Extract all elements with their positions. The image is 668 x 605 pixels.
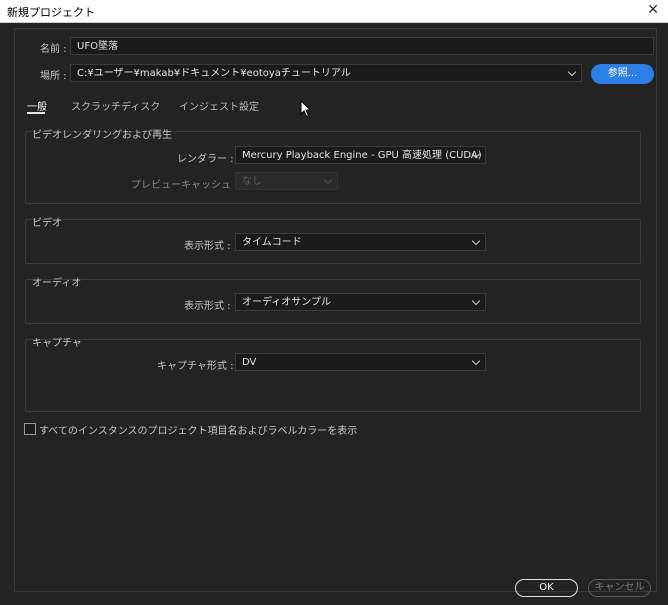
show-labels-label: すべてのインスタンスのプロジェクト項目名およびラベルカラーを表示 [39,426,358,437]
chevron-down-icon [471,236,481,246]
mouse-cursor-icon [300,100,312,118]
location-label: 場所 : [40,71,67,82]
tab-scratch-disks[interactable]: スクラッチディスク [71,98,160,113]
video-display-format-dropdown[interactable]: タイムコード [235,233,486,251]
tab-general[interactable]: 一般 [27,98,47,113]
audio-display-format-value: オーディオサンプル [242,297,331,308]
browse-button[interactable]: 参照... [591,64,654,84]
chevron-down-icon [471,296,481,306]
video-rendering-title: ビデオレンダリングおよび再生 [32,130,172,141]
tab-ingest-settings[interactable]: インジェスト設定 [179,98,259,113]
audio-title: オーディオ [32,278,82,289]
cancel-button[interactable]: キャンセル [588,579,651,597]
video-display-format-value: タイムコード [242,237,302,248]
audio-display-format-label: 表示形式 : [184,301,231,312]
ok-button[interactable]: OK [515,579,578,597]
show-labels-checkbox[interactable] [24,423,36,435]
preview-cache-value: なし [242,176,262,187]
renderer-dropdown[interactable]: Mercury Playback Engine - GPU 高速処理 (CUDA… [235,146,486,164]
location-value: C:¥ユーザー¥makab¥ドキュメント¥eotoyaチュートリアル [77,68,351,79]
preview-cache-dropdown: なし [235,172,338,190]
location-dropdown[interactable]: C:¥ユーザー¥makab¥ドキュメント¥eotoyaチュートリアル [70,64,582,82]
video-rendering-section [25,131,641,204]
video-display-format-label: 表示形式 : [184,241,231,252]
title-bar: 新規プロジェクト ✕ [0,0,668,23]
window-title: 新規プロジェクト [7,6,95,19]
capture-format-label: キャプチャ形式 : [157,361,234,372]
renderer-value: Mercury Playback Engine - GPU 高速処理 (CUDA… [242,150,482,161]
chevron-down-icon [323,175,333,185]
audio-display-format-dropdown[interactable]: オーディオサンプル [235,293,486,311]
preview-cache-label: プレビューキャッシュ : [131,180,238,191]
active-tab-indicator [27,112,45,114]
capture-title: キャプチャ [32,338,82,349]
renderer-label: レンダラー : [177,154,234,165]
capture-format-dropdown[interactable]: DV [235,353,486,371]
capture-section [25,339,641,412]
project-name-input[interactable]: UFO墜落 [70,37,654,55]
close-icon[interactable]: ✕ [647,2,659,18]
chevron-down-icon [471,356,481,366]
name-label: 名前 : [40,44,67,55]
chevron-down-icon [567,67,577,77]
capture-format-value: DV [242,357,257,368]
video-title: ビデオ [32,218,62,229]
